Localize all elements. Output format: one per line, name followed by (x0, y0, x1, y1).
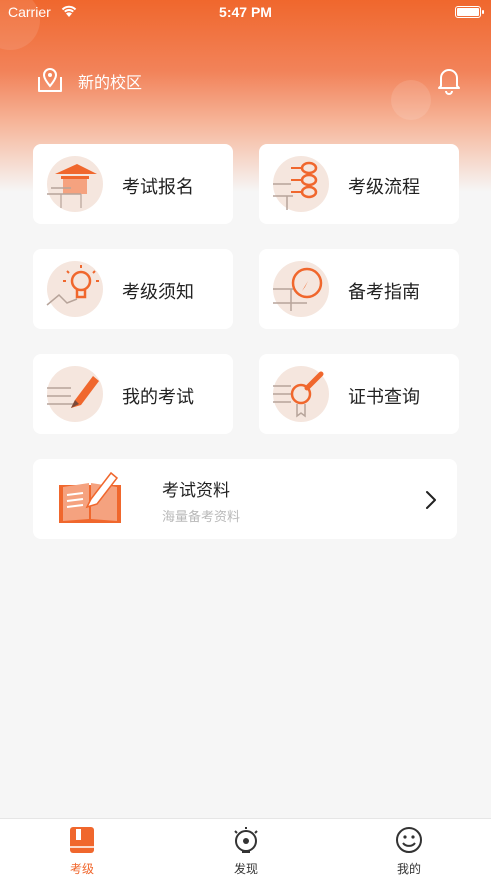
map-pin-icon[interactable] (35, 65, 65, 95)
book-icon (70, 827, 94, 853)
materials-title: 考试资料 (162, 481, 230, 501)
compass-icon (273, 261, 329, 317)
tab-label: 考级 (69, 862, 94, 876)
tab-discover[interactable]: 发现 (196, 819, 296, 877)
menu-label: 考级流程 (348, 177, 420, 198)
menu-my-exams[interactable]: 我的考试 (33, 354, 233, 434)
pencil-icon (47, 366, 103, 422)
menu-exam-notice[interactable]: 考级须知 (33, 249, 233, 329)
materials-subtitle: 海量备考资料 (162, 510, 241, 525)
menu-certificate-query[interactable]: 证书查询 (259, 354, 459, 434)
chevron-right-icon (426, 491, 436, 509)
tab-label: 我的 (396, 862, 421, 876)
lightbulb-icon (46, 261, 103, 317)
menu-label: 我的考试 (122, 387, 194, 408)
menu-label: 证书查询 (348, 387, 420, 408)
process-icon (273, 156, 329, 212)
exam-materials-card[interactable]: 考试资料 海量备考资料 (33, 459, 457, 539)
menu-label: 备考指南 (348, 282, 420, 303)
open-book-icon (59, 471, 121, 523)
tab-exam[interactable]: 考级 (32, 819, 132, 877)
menu-exam-registration[interactable]: 考试报名 (33, 144, 233, 224)
smiley-icon (396, 827, 422, 853)
certificate-search-icon (273, 366, 329, 422)
registration-icon (47, 156, 103, 212)
menu-label: 考试报名 (122, 177, 194, 198)
top-bar: 新的校区 (0, 60, 491, 100)
tab-label: 发现 (233, 862, 258, 876)
menu-label: 考级须知 (122, 282, 194, 303)
discover-icon (234, 827, 258, 853)
bell-icon[interactable] (435, 65, 463, 95)
campus-selector[interactable]: 新的校区 (78, 69, 142, 93)
tab-mine[interactable]: 我的 (359, 819, 459, 877)
menu-exam-guide[interactable]: 备考指南 (259, 249, 459, 329)
status-bar: Carrier 5:47 PM (0, 0, 491, 26)
battery-icon (455, 6, 484, 18)
status-time: 5:47 PM (219, 4, 272, 20)
tab-bar: 考级 发现 我的 (0, 818, 491, 877)
menu-exam-process[interactable]: 考级流程 (259, 144, 459, 224)
